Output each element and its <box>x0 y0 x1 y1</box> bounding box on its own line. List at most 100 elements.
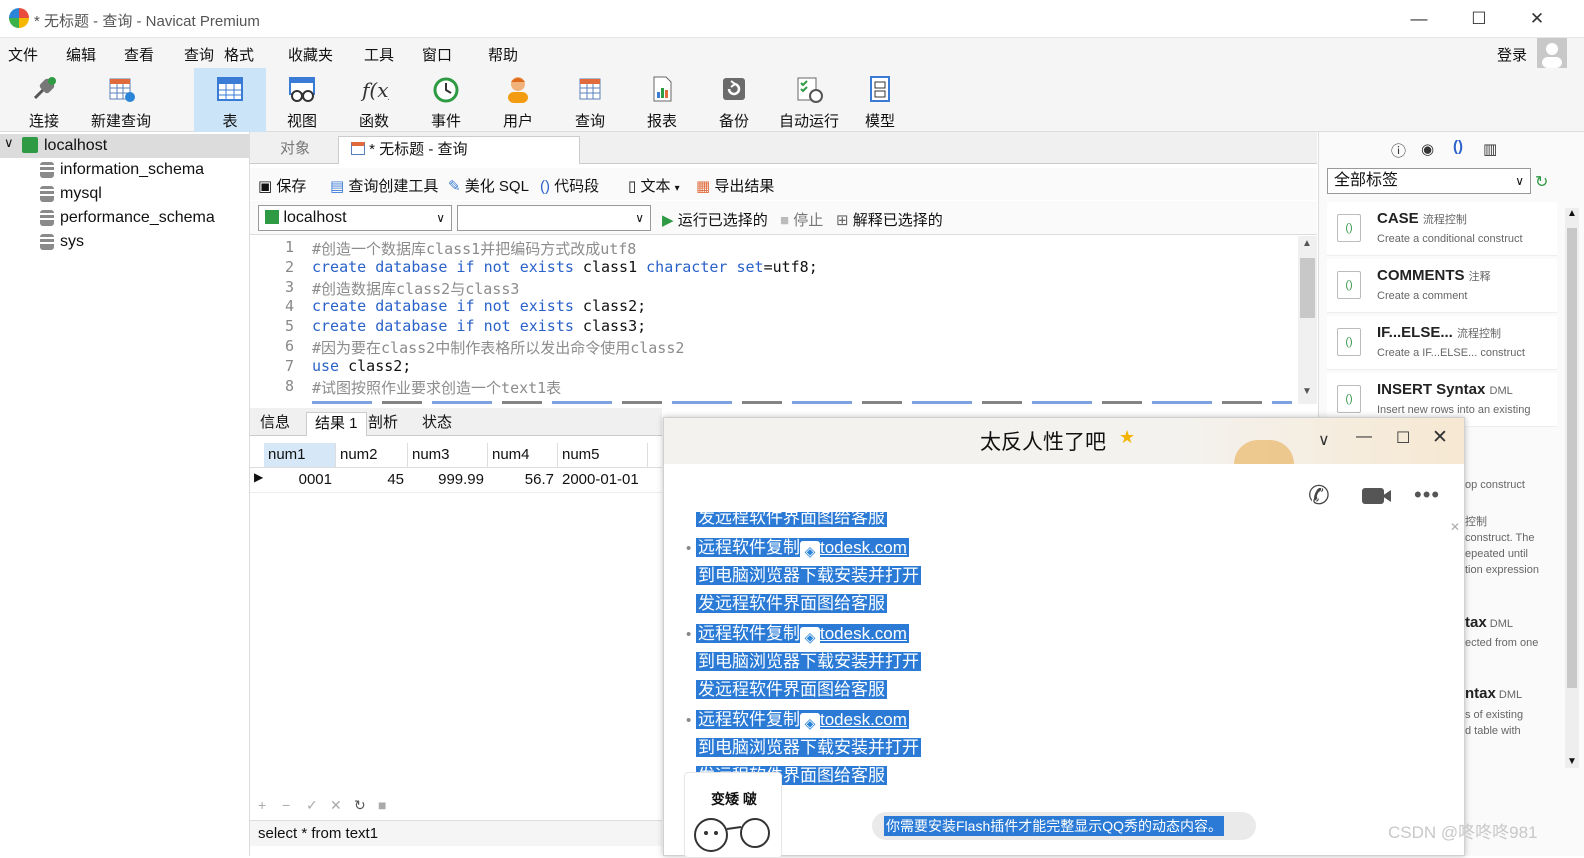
todesk-link[interactable]: todesk.com <box>820 538 907 557</box>
snippet-scrollbar[interactable]: ▲ ▼ <box>1565 208 1579 768</box>
sql-editor[interactable]: 1 #创造一个数据库class1并把编码方式改成utf8 2 create datab… <box>250 236 1298 404</box>
add-snippet-icon[interactable]: ↻ <box>1535 172 1548 192</box>
snippet-item[interactable]: () CASE 流程控制 Create a conditional constr… <box>1327 202 1557 256</box>
scroll-up-icon[interactable]: ▲ <box>1302 238 1312 249</box>
tree-item-database[interactable]: information_schema <box>0 158 250 182</box>
add-row-icon[interactable]: + <box>258 797 266 813</box>
snippet-item[interactable]: () COMMENTS 注释 Create a comment <box>1327 259 1557 313</box>
menu-edit[interactable]: 编辑 <box>66 44 96 65</box>
explain-selected-button[interactable]: ⊞ 解释已选择的 <box>836 209 943 230</box>
tree-item-database[interactable]: performance_schema <box>0 206 250 230</box>
menu-window[interactable]: 窗口 <box>422 44 452 65</box>
model-button[interactable]: 模型 <box>844 68 916 132</box>
column-header[interactable]: num5 <box>558 443 648 467</box>
column-header[interactable]: num3 <box>408 443 488 467</box>
tab-status[interactable]: 状态 <box>414 412 460 436</box>
close-button[interactable]: ✕ <box>1432 426 1448 449</box>
avatar-icon[interactable] <box>1537 38 1567 68</box>
todesk-link[interactable]: todesk.com <box>820 710 907 729</box>
menu-query[interactable]: 查询 <box>184 44 214 65</box>
menu-favorites[interactable]: 收藏夹 <box>288 44 333 65</box>
eye-icon[interactable]: ◉ <box>1421 140 1434 158</box>
more-options-icon[interactable]: ••• <box>1414 482 1440 508</box>
editor-scrollbar[interactable]: ▲ ▼ <box>1298 236 1317 404</box>
scroll-down-icon[interactable]: ▼ <box>1567 756 1577 767</box>
info-icon[interactable]: ⓘ <box>1391 140 1406 161</box>
report-icon <box>653 76 672 102</box>
table-cell[interactable]: 0001 <box>264 468 336 492</box>
braces-icon[interactable]: () <box>1453 138 1463 155</box>
maximize-button[interactable]: ☐ <box>1396 428 1410 448</box>
table-cell[interactable]: 45 <box>336 468 408 492</box>
tab-objects[interactable]: 对象 <box>268 136 322 164</box>
menu-file[interactable]: 文件 <box>8 44 38 65</box>
report-button[interactable]: 报表 <box>626 68 698 132</box>
voice-call-icon[interactable]: ✆ <box>1308 480 1330 511</box>
video-call-icon[interactable] <box>1362 488 1384 504</box>
scroll-up-icon[interactable]: ▲ <box>1567 208 1577 219</box>
new-query-button[interactable]: 新建查询 <box>84 68 158 132</box>
table-button[interactable]: 表 <box>194 68 266 132</box>
refresh-icon[interactable]: ↻ <box>354 797 366 814</box>
tree-item-database[interactable]: mysql <box>0 182 250 206</box>
user-button[interactable]: 用户 <box>482 68 554 132</box>
tab-profile[interactable]: 剖析 <box>360 412 406 436</box>
table-cell[interactable]: 999.99 <box>408 468 488 492</box>
tab-query[interactable]: * 无标题 - 查询 <box>338 136 580 164</box>
code-line: #创造数据库class2与class3 <box>312 279 520 298</box>
chevron-down-icon[interactable]: ∨ <box>4 135 14 151</box>
todesk-link[interactable]: todesk.com <box>820 624 907 643</box>
snippet-item[interactable]: () IF...ELSE... 流程控制 Create a IF...ELSE.… <box>1327 316 1557 370</box>
menu-view[interactable]: 查看 <box>124 44 154 65</box>
tree-item-localhost[interactable]: ∨ localhost <box>0 134 250 158</box>
apply-icon[interactable]: ✓ <box>306 797 318 814</box>
column-header[interactable]: num2 <box>336 443 408 467</box>
stop-icon[interactable]: ■ <box>378 797 386 813</box>
save-button[interactable]: ▣ 保存 <box>258 175 306 196</box>
scroll-thumb[interactable] <box>1567 228 1577 688</box>
grid-action-bar: + − ✓ ✕ ↻ ■ <box>250 795 662 817</box>
menu-help[interactable]: 帮助 <box>488 44 518 65</box>
column-header[interactable]: num4 <box>488 443 558 467</box>
connect-button[interactable]: 连接 <box>8 68 80 132</box>
discard-icon[interactable]: ✕ <box>330 797 342 814</box>
stop-button[interactable]: ■ 停止 <box>780 209 823 230</box>
automation-button[interactable]: 自动运行 <box>772 68 846 132</box>
tab-message[interactable]: 信息 <box>252 412 298 436</box>
table-cell[interactable]: 2000-01-01 <box>558 468 648 492</box>
close-button[interactable]: ✕ <box>1514 6 1560 32</box>
tree-item-database[interactable]: sys <box>0 230 250 254</box>
explain-icon: ⊞ <box>836 212 849 229</box>
beautify-sql-button[interactable]: ✎ 美化 SQL <box>448 175 529 196</box>
event-button[interactable]: 事件 <box>410 68 482 132</box>
backup-button[interactable]: 备份 <box>698 68 770 132</box>
chevron-down-icon[interactable]: ∨ <box>1318 430 1330 450</box>
view-button[interactable]: 视图 <box>266 68 338 132</box>
sticker-image[interactable]: 变矮 啵 <box>684 772 782 858</box>
query-builder-button[interactable]: ▤ 查询创建工具 <box>330 175 438 196</box>
export-results-button[interactable]: ▦ 导出结果 <box>696 175 774 196</box>
table-cell[interactable]: 56.7 <box>488 468 558 492</box>
tab-result-1[interactable]: 结果 1 <box>306 412 367 436</box>
text-button[interactable]: ▯ 文本 ▾ <box>628 175 680 196</box>
connection-select[interactable]: localhost ∨ <box>258 205 452 231</box>
delete-row-icon[interactable]: − <box>282 797 290 813</box>
tag-filter-select[interactable]: 全部标签 ∨ <box>1327 168 1531 194</box>
snippet-icon: () <box>1337 385 1361 413</box>
column-header[interactable]: num1 <box>264 443 336 467</box>
maximize-button[interactable]: ☐ <box>1456 6 1502 32</box>
code-snippet-button[interactable]: () 代码段 <box>540 175 599 196</box>
close-icon[interactable]: ✕ <box>1450 520 1460 534</box>
function-button[interactable]: f(x) 函数 <box>338 68 410 132</box>
scroll-thumb[interactable] <box>1300 258 1315 318</box>
database-select[interactable]: ∨ <box>457 205 651 231</box>
minimize-button[interactable]: — <box>1356 428 1372 446</box>
menu-format[interactable]: 格式 <box>224 44 254 65</box>
minimize-button[interactable]: — <box>1396 6 1442 32</box>
grid-icon[interactable]: ▥ <box>1483 140 1497 158</box>
menu-tools[interactable]: 工具 <box>364 44 394 65</box>
query-button[interactable]: 查询 <box>554 68 626 132</box>
scroll-down-icon[interactable]: ▼ <box>1302 386 1312 397</box>
run-selected-button[interactable]: ▶ 运行已选择的 <box>662 209 768 230</box>
login-link[interactable]: 登录 <box>1497 44 1527 65</box>
